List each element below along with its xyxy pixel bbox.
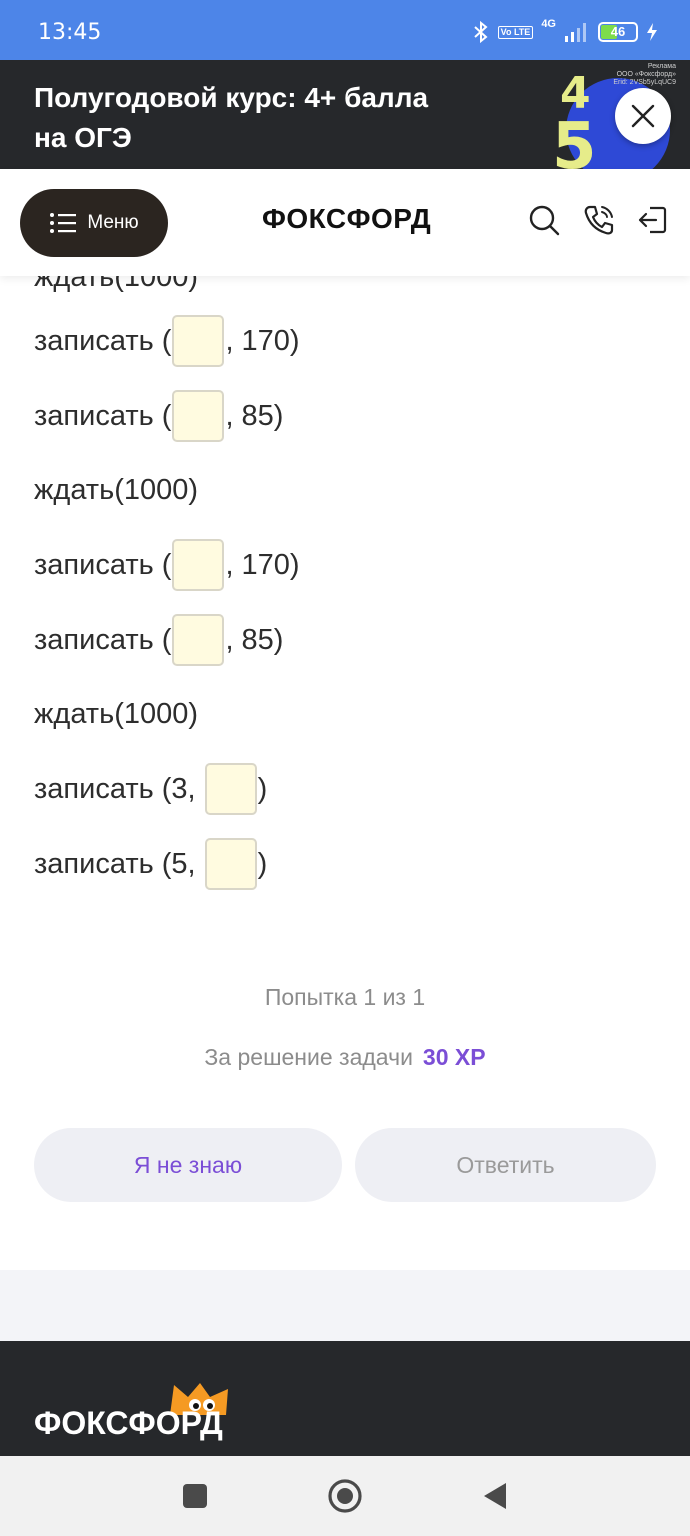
ad-legal-text: Реклама ООО «Фоксфорд» Erid: 2VSb5yLqUC9 (613, 63, 676, 87)
android-nav-bar (0, 1456, 690, 1536)
code-line-6: ждать(1000) (34, 697, 199, 730)
code-text: , 85) (225, 399, 284, 432)
volte-badge: Vo LTE (497, 25, 534, 39)
site-header: Меню ФОКСФОРД (0, 169, 690, 276)
network-type-label: 4G (541, 18, 556, 30)
answer-blank[interactable] (172, 539, 225, 591)
code-text: записать (3, (34, 772, 204, 805)
ad-banner[interactable]: Полугодовой курс: 4+ балла на ОГЭ 4 5 Ре… (0, 60, 690, 169)
reward-info: За решение задачи 30 XP (0, 1044, 690, 1071)
menu-label: Меню (87, 212, 139, 233)
code-line-4: записать ( , 170) (34, 538, 300, 592)
answer-blank[interactable] (172, 315, 225, 367)
charging-icon (647, 23, 657, 41)
status-icons: Vo LTE 4G 46 (472, 18, 658, 46)
code-text: записать (5, (34, 847, 204, 880)
battery-icon: 46 (598, 22, 638, 42)
bluetooth-icon (473, 20, 488, 44)
answer-blank[interactable] (204, 838, 257, 890)
phone-icon[interactable] (582, 203, 616, 237)
status-bar: 13:45 Vo LTE 4G 46 (0, 0, 690, 60)
dont-know-button[interactable]: Я не знаю (34, 1128, 342, 1202)
code-line-7: записать (3, ) (34, 762, 267, 816)
code-text: записать ( (34, 324, 172, 357)
code-text: ) (257, 772, 268, 805)
code-text: записать ( (34, 623, 172, 656)
ad-legal-company: ООО «Фоксфорд» (616, 71, 676, 78)
footer-logo[interactable]: ФОКСФОРД (34, 1405, 223, 1442)
list-icon (50, 213, 77, 233)
code-text: записать ( (34, 548, 172, 581)
menu-button[interactable]: Меню (20, 189, 168, 257)
code-line-2: записать ( , 85) (34, 389, 283, 443)
ad-legal-label: Реклама (647, 63, 676, 70)
ad-close-button[interactable] (615, 88, 671, 144)
code-line-5: записать ( , 85) (34, 613, 283, 667)
code-line-8: записать (5, ) (34, 837, 267, 891)
close-icon (631, 104, 655, 128)
back-icon[interactable] (478, 1478, 514, 1514)
answer-button[interactable]: Ответить (355, 1128, 656, 1202)
section-divider (0, 1270, 690, 1341)
home-icon[interactable] (327, 1478, 363, 1514)
answer-blank[interactable] (204, 763, 257, 815)
site-logo[interactable]: ФОКСФОРД (262, 203, 431, 235)
clipped-line: ждать(1000) (34, 276, 199, 293)
answer-blank[interactable] (172, 390, 225, 442)
code-line-3: ждать(1000) (34, 473, 199, 506)
battery-level: 46 (610, 24, 626, 39)
ad-title: Полугодовой курс: 4+ балла на ОГЭ (34, 82, 429, 153)
signal-icon (565, 23, 586, 42)
code-text: , 170) (225, 548, 300, 581)
recent-apps-icon[interactable] (177, 1478, 213, 1514)
ad-digit-5: 5 (552, 110, 597, 169)
attempt-counter: Попытка 1 из 1 (264, 984, 426, 1010)
code-text: , 85) (225, 623, 284, 656)
reward-label: За решение задачи (204, 1044, 413, 1070)
status-time: 13:45 (38, 20, 102, 45)
ad-legal-erid: Erid: 2VSb5yLqUC9 (613, 79, 676, 86)
code-text: , 170) (225, 324, 300, 357)
code-text: записать ( (34, 399, 172, 432)
logout-icon[interactable] (636, 203, 670, 237)
search-icon[interactable] (527, 203, 561, 237)
code-text: ) (257, 847, 268, 880)
xp-value: 30 XP (422, 1044, 486, 1070)
code-line-1: записать ( , 170) (34, 314, 300, 368)
site-footer: ФОКСФОРД (0, 1341, 690, 1456)
answer-blank[interactable] (172, 614, 225, 666)
task-content: ждать(1000) записать ( , 170) записать (,… (0, 276, 690, 1270)
